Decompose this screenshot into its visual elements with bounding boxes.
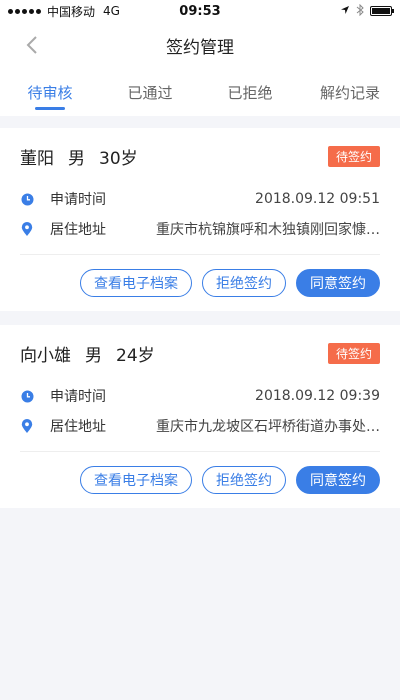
applicant-gender: 男 (68, 148, 85, 169)
applicant-gender: 男 (85, 345, 102, 366)
apply-time-row: 申请时间 2018.09.12 09:39 (20, 381, 380, 411)
apply-time-label: 申请时间 (50, 192, 106, 208)
tab-termination-records[interactable]: 解约记录 (300, 68, 400, 116)
chevron-left-icon (26, 36, 37, 54)
bluetooth-icon (356, 3, 364, 19)
page-title: 签约管理 (166, 37, 234, 58)
carrier-name: 中国移动 (47, 4, 96, 19)
applicant-name: 向小雄 (20, 345, 71, 366)
address-label: 居住地址 (50, 419, 106, 435)
applicant-age: 30岁 (99, 148, 138, 169)
application-card: 董阳 男 30岁 待签约 申请时间 2018.09.12 09:51 居住地址 … (0, 128, 400, 311)
nav-bar: 签约管理 (0, 22, 400, 68)
status-bar: 中国移动 4G 09:53 (0, 0, 400, 22)
application-list: 董阳 男 30岁 待签约 申请时间 2018.09.12 09:51 居住地址 … (0, 116, 400, 508)
application-card: 向小雄 男 24岁 待签约 申请时间 2018.09.12 09:39 居住地址… (0, 325, 400, 508)
status-badge: 待签约 (327, 145, 380, 167)
tab-rejected[interactable]: 已拒绝 (200, 68, 300, 116)
agree-button[interactable]: 同意签约 (296, 466, 380, 494)
address-label: 居住地址 (50, 222, 106, 238)
address-value: 重庆市九龙坡区石坪桥街道办事处… (156, 419, 380, 435)
tab-bar: 待审核 已通过 已拒绝 解约记录 (0, 68, 400, 116)
agree-button[interactable]: 同意签约 (296, 269, 380, 297)
status-badge: 待签约 (327, 342, 380, 364)
location-pin-icon (20, 418, 34, 433)
reject-button[interactable]: 拒绝签约 (202, 466, 286, 494)
network-type: 4G (103, 4, 120, 18)
battery-icon (370, 6, 394, 16)
apply-time-value: 2018.09.12 09:51 (255, 191, 380, 207)
apply-time-value: 2018.09.12 09:39 (255, 388, 380, 404)
location-icon (340, 4, 350, 18)
tab-pending-review[interactable]: 待审核 (0, 68, 100, 116)
address-row: 居住地址 重庆市杭锦旗呼和木独镇刚回家慷… (20, 214, 380, 244)
location-pin-icon (20, 221, 34, 236)
clock-icon (20, 192, 34, 206)
applicant-age: 24岁 (116, 345, 155, 366)
apply-time-row: 申请时间 2018.09.12 09:51 (20, 184, 380, 214)
view-profile-button[interactable]: 查看电子档案 (80, 269, 192, 297)
signal-strength-icon (8, 8, 41, 14)
address-value: 重庆市杭锦旗呼和木独镇刚回家慷… (156, 222, 380, 238)
view-profile-button[interactable]: 查看电子档案 (80, 466, 192, 494)
apply-time-label: 申请时间 (50, 389, 106, 405)
back-button[interactable] (20, 33, 44, 57)
applicant-name: 董阳 (20, 148, 54, 169)
clock-icon (20, 389, 34, 403)
reject-button[interactable]: 拒绝签约 (202, 269, 286, 297)
tab-approved[interactable]: 已通过 (100, 68, 200, 116)
address-row: 居住地址 重庆市九龙坡区石坪桥街道办事处… (20, 411, 380, 441)
